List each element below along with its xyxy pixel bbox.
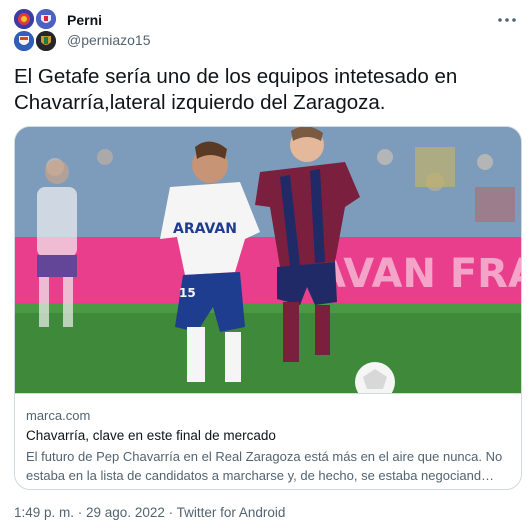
avatar-badge-icon [14, 9, 34, 29]
banner-text: AVAN FRA [315, 251, 521, 297]
avatar-badge-icon [14, 31, 34, 51]
card-domain: marca.com [26, 408, 91, 423]
tweet-timestamp[interactable]: 1:49 p. m. · 29 ago. 2022 · Twitter for … [14, 504, 285, 522]
link-card[interactable]: AVAN FRA ARAVAN 15 marca.com Chavarría, … [14, 126, 522, 490]
card-image[interactable]: AVAN FRA ARAVAN 15 [15, 127, 521, 393]
player-number: 15 [179, 286, 196, 300]
card-description: El futuro de Pep Chavarría en el Real Za… [26, 449, 503, 483]
more-horizontal-icon[interactable] [497, 14, 517, 26]
tweet-header: Perni @perniazo15 [14, 8, 517, 52]
jersey-text: ARAVAN [173, 221, 237, 237]
avatar-badge-icon [36, 31, 56, 51]
avatar-badge-icon [36, 9, 56, 29]
avatar[interactable] [14, 8, 58, 52]
author-display-name[interactable]: Perni [67, 11, 151, 29]
tweet-text: El Getafe sería uno de los equipos intet… [14, 65, 458, 114]
card-body[interactable]: marca.com Chavarría, clave en este final… [15, 393, 521, 489]
author-names[interactable]: Perni @perniazo15 [67, 11, 151, 49]
card-title[interactable]: Chavarría, clave en este final de mercad… [26, 427, 276, 445]
author-handle[interactable]: @perniazo15 [67, 31, 151, 49]
